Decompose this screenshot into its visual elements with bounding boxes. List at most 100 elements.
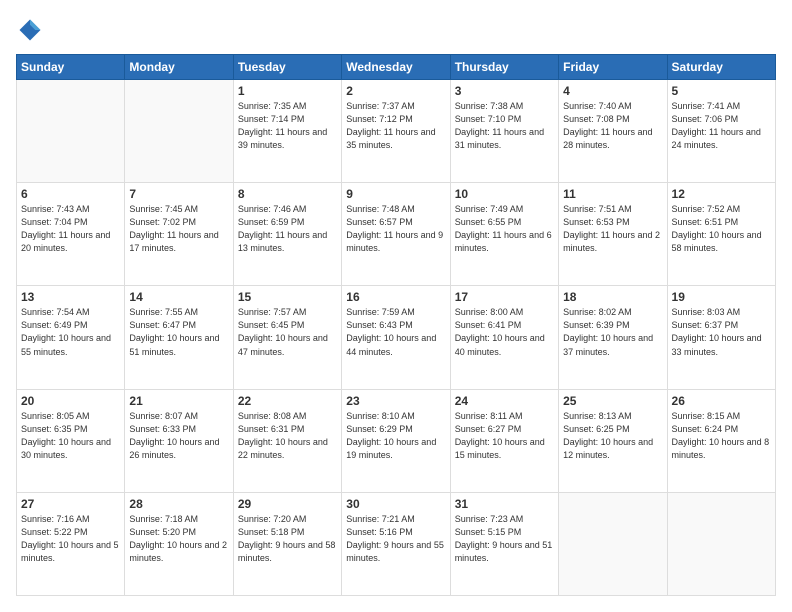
calendar-cell: 12Sunrise: 7:52 AM Sunset: 6:51 PM Dayli…: [667, 183, 775, 286]
calendar-cell: 13 Sunrise: 7:54 AM Sunset: 6:49 PM Dayli…: [17, 286, 125, 389]
calendar-cell: [125, 80, 233, 183]
day-info: Sunrise: 7:45 AM Sunset: 7:02 PM Dayligh…: [129, 203, 228, 255]
calendar-cell: 6 Sunrise: 7:43 AM Sunset: 7:04 PM Daylig…: [17, 183, 125, 286]
day-info: Sunrise: 8:13 AM Sunset: 6:25 PM Dayligh…: [563, 410, 662, 462]
day-number: 17: [455, 290, 554, 304]
calendar-cell: 24 Sunrise: 8:11 AM Sunset: 6:27 PM Dayli…: [450, 389, 558, 492]
calendar-cell: [667, 492, 775, 595]
calendar-cell: 2 Sunrise: 7:37 AM Sunset: 7:12 PM Daylig…: [342, 80, 450, 183]
week-row-4: 20 Sunrise: 8:05 AM Sunset: 6:35 PM Dayli…: [17, 389, 776, 492]
day-number: 16: [346, 290, 445, 304]
day-info: Sunrise: 8:03 AM Sunset: 6:37 PM Dayligh…: [672, 306, 771, 358]
day-info: Sunrise: 8:07 AM Sunset: 6:33 PM Dayligh…: [129, 410, 228, 462]
day-header-monday: Monday: [125, 55, 233, 80]
calendar-cell: 18 Sunrise: 8:02 AM Sunset: 6:39 PM Dayli…: [559, 286, 667, 389]
day-info: Sunrise: 7:18 AM Sunset: 5:20 PM Dayligh…: [129, 513, 228, 565]
day-number: 19: [672, 290, 771, 304]
day-info: Sunrise: 7:35 AM Sunset: 7:14 PM Dayligh…: [238, 100, 337, 152]
day-number: 24: [455, 394, 554, 408]
day-header-wednesday: Wednesday: [342, 55, 450, 80]
day-header-tuesday: Tuesday: [233, 55, 341, 80]
day-number: 5: [672, 84, 771, 98]
day-info: Sunrise: 8:02 AM Sunset: 6:39 PM Dayligh…: [563, 306, 662, 358]
day-info: Sunrise: 8:08 AM Sunset: 6:31 PM Dayligh…: [238, 410, 337, 462]
day-info: Sunrise: 7:23 AM Sunset: 5:15 PM Dayligh…: [455, 513, 554, 565]
calendar-cell: [17, 80, 125, 183]
day-number: 2: [346, 84, 445, 98]
day-info: Sunrise: 8:00 AM Sunset: 6:41 PM Dayligh…: [455, 306, 554, 358]
page: SundayMondayTuesdayWednesdayThursdayFrid…: [0, 0, 792, 612]
day-number: 14: [129, 290, 228, 304]
calendar-body: 1Sunrise: 7:35 AM Sunset: 7:14 PM Daylig…: [17, 80, 776, 596]
day-number: 6: [21, 187, 120, 201]
day-info: Sunrise: 7:54 AM Sunset: 6:49 PM Dayligh…: [21, 306, 120, 358]
calendar-cell: 17 Sunrise: 8:00 AM Sunset: 6:41 PM Dayli…: [450, 286, 558, 389]
calendar-cell: 9 Sunrise: 7:48 AM Sunset: 6:57 PM Daylig…: [342, 183, 450, 286]
calendar-cell: 16 Sunrise: 7:59 AM Sunset: 6:43 PM Dayli…: [342, 286, 450, 389]
day-number: 3: [455, 84, 554, 98]
calendar-cell: 20 Sunrise: 8:05 AM Sunset: 6:35 PM Dayli…: [17, 389, 125, 492]
calendar-table: SundayMondayTuesdayWednesdayThursdayFrid…: [16, 54, 776, 596]
day-number: 9: [346, 187, 445, 201]
calendar-cell: 28 Sunrise: 7:18 AM Sunset: 5:20 PM Dayli…: [125, 492, 233, 595]
day-info: Sunrise: 7:51 AM Sunset: 6:53 PM Dayligh…: [563, 203, 662, 255]
day-info: Sunrise: 7:49 AM Sunset: 6:55 PM Dayligh…: [455, 203, 554, 255]
calendar-cell: 21 Sunrise: 8:07 AM Sunset: 6:33 PM Dayli…: [125, 389, 233, 492]
day-number: 29: [238, 497, 337, 511]
day-number: 27: [21, 497, 120, 511]
day-info: Sunrise: 7:16 AM Sunset: 5:22 PM Dayligh…: [21, 513, 120, 565]
day-header-sunday: Sunday: [17, 55, 125, 80]
day-info: Sunrise: 7:46 AM Sunset: 6:59 PM Dayligh…: [238, 203, 337, 255]
day-number: 18: [563, 290, 662, 304]
day-number: 21: [129, 394, 228, 408]
day-info: Sunrise: 7:38 AM Sunset: 7:10 PM Dayligh…: [455, 100, 554, 152]
day-number: 28: [129, 497, 228, 511]
day-number: 8: [238, 187, 337, 201]
day-info: Sunrise: 8:11 AM Sunset: 6:27 PM Dayligh…: [455, 410, 554, 462]
day-number: 11: [563, 187, 662, 201]
day-header-thursday: Thursday: [450, 55, 558, 80]
day-info: Sunrise: 7:37 AM Sunset: 7:12 PM Dayligh…: [346, 100, 445, 152]
day-number: 30: [346, 497, 445, 511]
day-info: Sunrise: 7:20 AM Sunset: 5:18 PM Dayligh…: [238, 513, 337, 565]
calendar-cell: 5 Sunrise: 7:41 AM Sunset: 7:06 PM Daylig…: [667, 80, 775, 183]
calendar-cell: 27 Sunrise: 7:16 AM Sunset: 5:22 PM Dayli…: [17, 492, 125, 595]
calendar-header: SundayMondayTuesdayWednesdayThursdayFrid…: [17, 55, 776, 80]
day-info: Sunrise: 7:57 AM Sunset: 6:45 PM Dayligh…: [238, 306, 337, 358]
week-row-2: 6 Sunrise: 7:43 AM Sunset: 7:04 PM Daylig…: [17, 183, 776, 286]
day-info: Sunrise: 8:05 AM Sunset: 6:35 PM Dayligh…: [21, 410, 120, 462]
calendar-cell: 3 Sunrise: 7:38 AM Sunset: 7:10 PM Daylig…: [450, 80, 558, 183]
day-header-friday: Friday: [559, 55, 667, 80]
day-number: 13: [21, 290, 120, 304]
calendar-cell: 8 Sunrise: 7:46 AM Sunset: 6:59 PM Daylig…: [233, 183, 341, 286]
day-number: 23: [346, 394, 445, 408]
day-number: 4: [563, 84, 662, 98]
calendar-cell: 4 Sunrise: 7:40 AM Sunset: 7:08 PM Daylig…: [559, 80, 667, 183]
calendar-cell: 19 Sunrise: 8:03 AM Sunset: 6:37 PM Dayli…: [667, 286, 775, 389]
day-info: Sunrise: 7:55 AM Sunset: 6:47 PM Dayligh…: [129, 306, 228, 358]
calendar-cell: 25 Sunrise: 8:13 AM Sunset: 6:25 PM Dayli…: [559, 389, 667, 492]
week-row-5: 27 Sunrise: 7:16 AM Sunset: 5:22 PM Dayli…: [17, 492, 776, 595]
logo: [16, 16, 48, 44]
day-info: Sunrise: 7:59 AM Sunset: 6:43 PM Dayligh…: [346, 306, 445, 358]
day-info: Sunrise: 7:43 AM Sunset: 7:04 PM Dayligh…: [21, 203, 120, 255]
calendar-cell: 7 Sunrise: 7:45 AM Sunset: 7:02 PM Daylig…: [125, 183, 233, 286]
day-number: 10: [455, 187, 554, 201]
day-info: Sunrise: 7:52 AM Sunset: 6:51 PM Dayligh…: [672, 203, 771, 255]
day-number: 20: [21, 394, 120, 408]
day-number: 25: [563, 394, 662, 408]
day-info: Sunrise: 7:41 AM Sunset: 7:06 PM Dayligh…: [672, 100, 771, 152]
calendar-cell: 31 Sunrise: 7:23 AM Sunset: 5:15 PM Dayli…: [450, 492, 558, 595]
calendar-cell: 22Sunrise: 8:08 AM Sunset: 6:31 PM Dayli…: [233, 389, 341, 492]
day-number: 26: [672, 394, 771, 408]
day-number: 15: [238, 290, 337, 304]
day-number: 7: [129, 187, 228, 201]
calendar-cell: 15 Sunrise: 7:57 AM Sunset: 6:45 PM Dayli…: [233, 286, 341, 389]
calendar-cell: 29 Sunrise: 7:20 AM Sunset: 5:18 PM Dayli…: [233, 492, 341, 595]
calendar-cell: 14 Sunrise: 7:55 AM Sunset: 6:47 PM Dayli…: [125, 286, 233, 389]
day-number: 31: [455, 497, 554, 511]
day-info: Sunrise: 7:48 AM Sunset: 6:57 PM Dayligh…: [346, 203, 445, 255]
calendar-cell: [559, 492, 667, 595]
day-info: Sunrise: 8:15 AM Sunset: 6:24 PM Dayligh…: [672, 410, 771, 462]
day-info: Sunrise: 7:40 AM Sunset: 7:08 PM Dayligh…: [563, 100, 662, 152]
